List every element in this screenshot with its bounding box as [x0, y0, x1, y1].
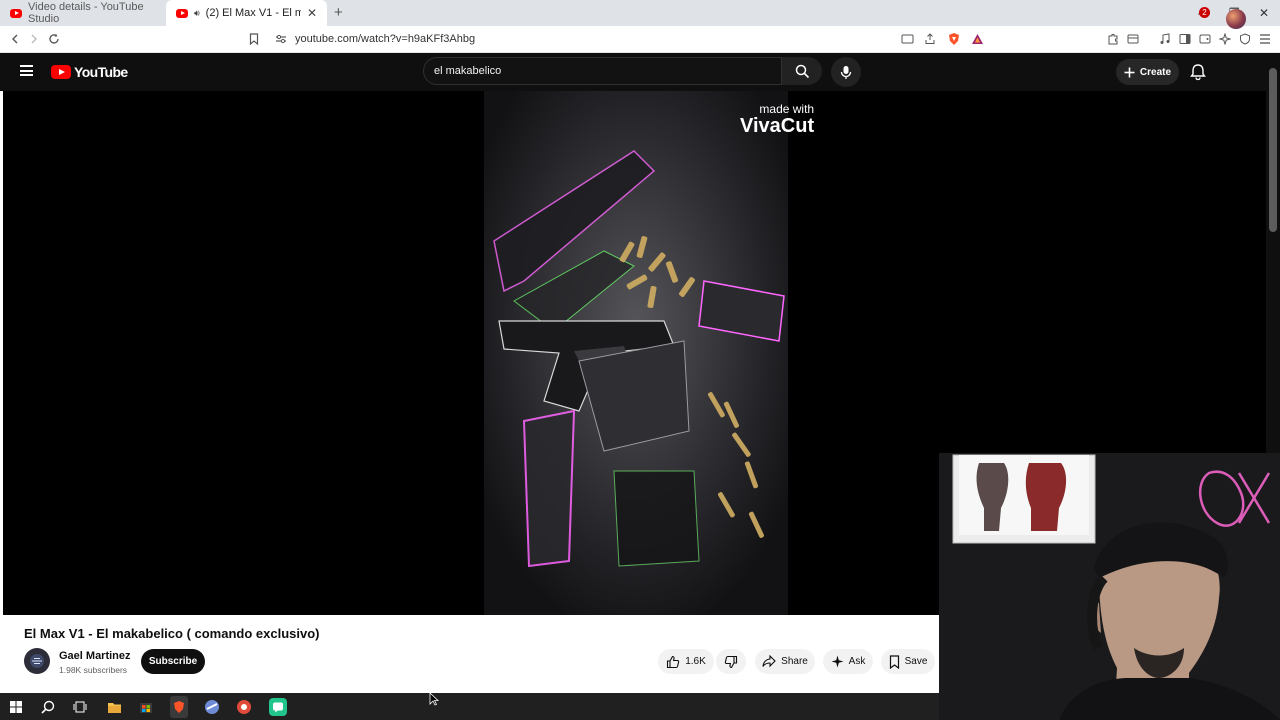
windows-taskbar	[0, 693, 939, 720]
video-frame[interactable]	[484, 91, 788, 615]
share-page-icon[interactable]	[922, 31, 938, 47]
youtube-logo-text: YouTube	[74, 64, 128, 80]
extensions-icon[interactable]	[1105, 31, 1121, 47]
bell-icon	[1190, 64, 1206, 81]
brave-browser-taskbar-icon[interactable]	[170, 696, 188, 718]
forward-icon[interactable]	[26, 31, 42, 47]
page-scrollbar-thumb[interactable]	[1269, 68, 1277, 232]
notifications-button[interactable]	[1188, 62, 1208, 82]
create-button[interactable]: Create	[1116, 59, 1179, 85]
new-tab-button[interactable]: +	[334, 4, 343, 21]
cast-icon[interactable]	[899, 31, 915, 47]
video-info-panel: El Max V1 - El makabelico ( comando excl…	[0, 615, 939, 693]
windows-start-icon[interactable]	[8, 699, 24, 715]
tab-title: Video details - YouTube Studio	[28, 1, 144, 25]
webcam-image	[939, 453, 1280, 720]
watermark-brand-text: VivaCut	[740, 115, 815, 137]
microsoft-store-icon[interactable]	[138, 699, 154, 715]
browser-tab-strip: Video details - YouTube Studio 🔊︎ (2) El…	[0, 0, 1280, 26]
dislike-button[interactable]	[716, 649, 746, 674]
youtube-header: YouTube el makabelico Create	[0, 53, 1266, 91]
leo-ai-icon[interactable]	[1217, 31, 1233, 47]
watermark-small-text: made with	[759, 102, 815, 116]
channel-name[interactable]: Gael Martinez	[59, 650, 131, 662]
tab-title: (2) El Max V1 - El makabelico	[205, 7, 301, 19]
address-bar[interactable]: youtube.com/watch?v=h9aKFf3Ahbg	[295, 33, 475, 45]
bookmark-icon[interactable]	[246, 31, 262, 47]
search-icon	[795, 64, 809, 78]
youtube-favicon-icon	[176, 8, 188, 18]
share-button[interactable]: Share	[755, 649, 815, 674]
tab-video-watch[interactable]: 🔊︎ (2) El Max V1 - El makabelico ✕	[166, 0, 327, 26]
search-input[interactable]: el makabelico	[423, 57, 782, 85]
save-button[interactable]: Save	[881, 649, 935, 674]
share-label: Share	[781, 656, 808, 667]
speaker-icon[interactable]: 🔊︎	[194, 8, 200, 19]
channel-logo-icon	[30, 654, 44, 668]
menu-icon[interactable]	[1257, 31, 1273, 47]
reload-icon[interactable]	[46, 31, 62, 47]
save-label: Save	[904, 656, 928, 667]
youtube-favicon-icon	[10, 8, 22, 18]
video-player[interactable]	[3, 91, 939, 615]
tab-youtube-studio[interactable]: Video details - YouTube Studio	[0, 0, 166, 26]
taskbar-search-icon[interactable]	[40, 699, 56, 715]
notification-count-badge: 2	[1199, 7, 1210, 18]
like-count: 1.6K	[685, 656, 706, 667]
back-icon[interactable]	[7, 31, 23, 47]
ask-button[interactable]: Ask	[823, 649, 873, 674]
like-button[interactable]: 1.6K	[658, 649, 714, 674]
brave-rewards-icon[interactable]	[969, 31, 985, 47]
task-view-icon[interactable]	[72, 699, 88, 715]
youtube-logo[interactable]: YouTube	[51, 64, 128, 80]
app-taskbar-icon[interactable]	[204, 699, 220, 715]
video-watermark: made with VivaCut	[740, 102, 814, 138]
mouse-cursor-icon	[429, 692, 439, 706]
sidebar-icon[interactable]	[1177, 31, 1193, 47]
thumbs-down-icon	[724, 655, 738, 668]
wallet-icon[interactable]	[1125, 31, 1141, 47]
subscribe-button[interactable]: Subscribe	[141, 649, 205, 674]
subscriber-count: 1.98K subscribers	[59, 665, 128, 675]
webcam-overlay: OX	[939, 453, 1280, 720]
video-title: El Max V1 - El makabelico ( comando excl…	[24, 626, 320, 641]
save-bookmark-icon	[889, 654, 899, 669]
microphone-icon	[840, 65, 852, 79]
share-arrow-icon	[762, 655, 776, 668]
brave-shields-icon[interactable]	[946, 31, 962, 47]
player-background	[939, 91, 1266, 453]
tab-close-icon[interactable]: ✕	[307, 6, 317, 20]
close-window-button[interactable]: ✕	[1248, 0, 1280, 26]
guide-menu-icon[interactable]	[20, 65, 33, 76]
messaging-app-icon[interactable]	[269, 698, 287, 716]
wallet-card-icon[interactable]	[1197, 31, 1213, 47]
account-avatar[interactable]	[1226, 9, 1246, 29]
thumbs-up-icon	[667, 655, 680, 668]
voice-search-button[interactable]	[831, 57, 861, 87]
browser-toolbar: youtube.com/watch?v=h9aKFf3Ahbg	[0, 26, 1280, 53]
sparkle-icon	[831, 655, 844, 668]
vpn-shield-icon[interactable]	[1237, 31, 1253, 47]
search-button[interactable]	[782, 57, 822, 85]
media-controls-icon[interactable]	[1157, 31, 1173, 47]
video-scene-image	[484, 91, 788, 615]
file-explorer-icon[interactable]	[106, 699, 122, 715]
ask-label: Ask	[848, 656, 866, 667]
youtube-logo-icon	[51, 65, 71, 79]
create-label: Create	[1139, 66, 1172, 78]
channel-avatar[interactable]	[24, 648, 50, 674]
site-settings-icon[interactable]	[273, 31, 289, 47]
recording-app-icon[interactable]	[236, 699, 252, 715]
plus-icon	[1124, 67, 1135, 77]
